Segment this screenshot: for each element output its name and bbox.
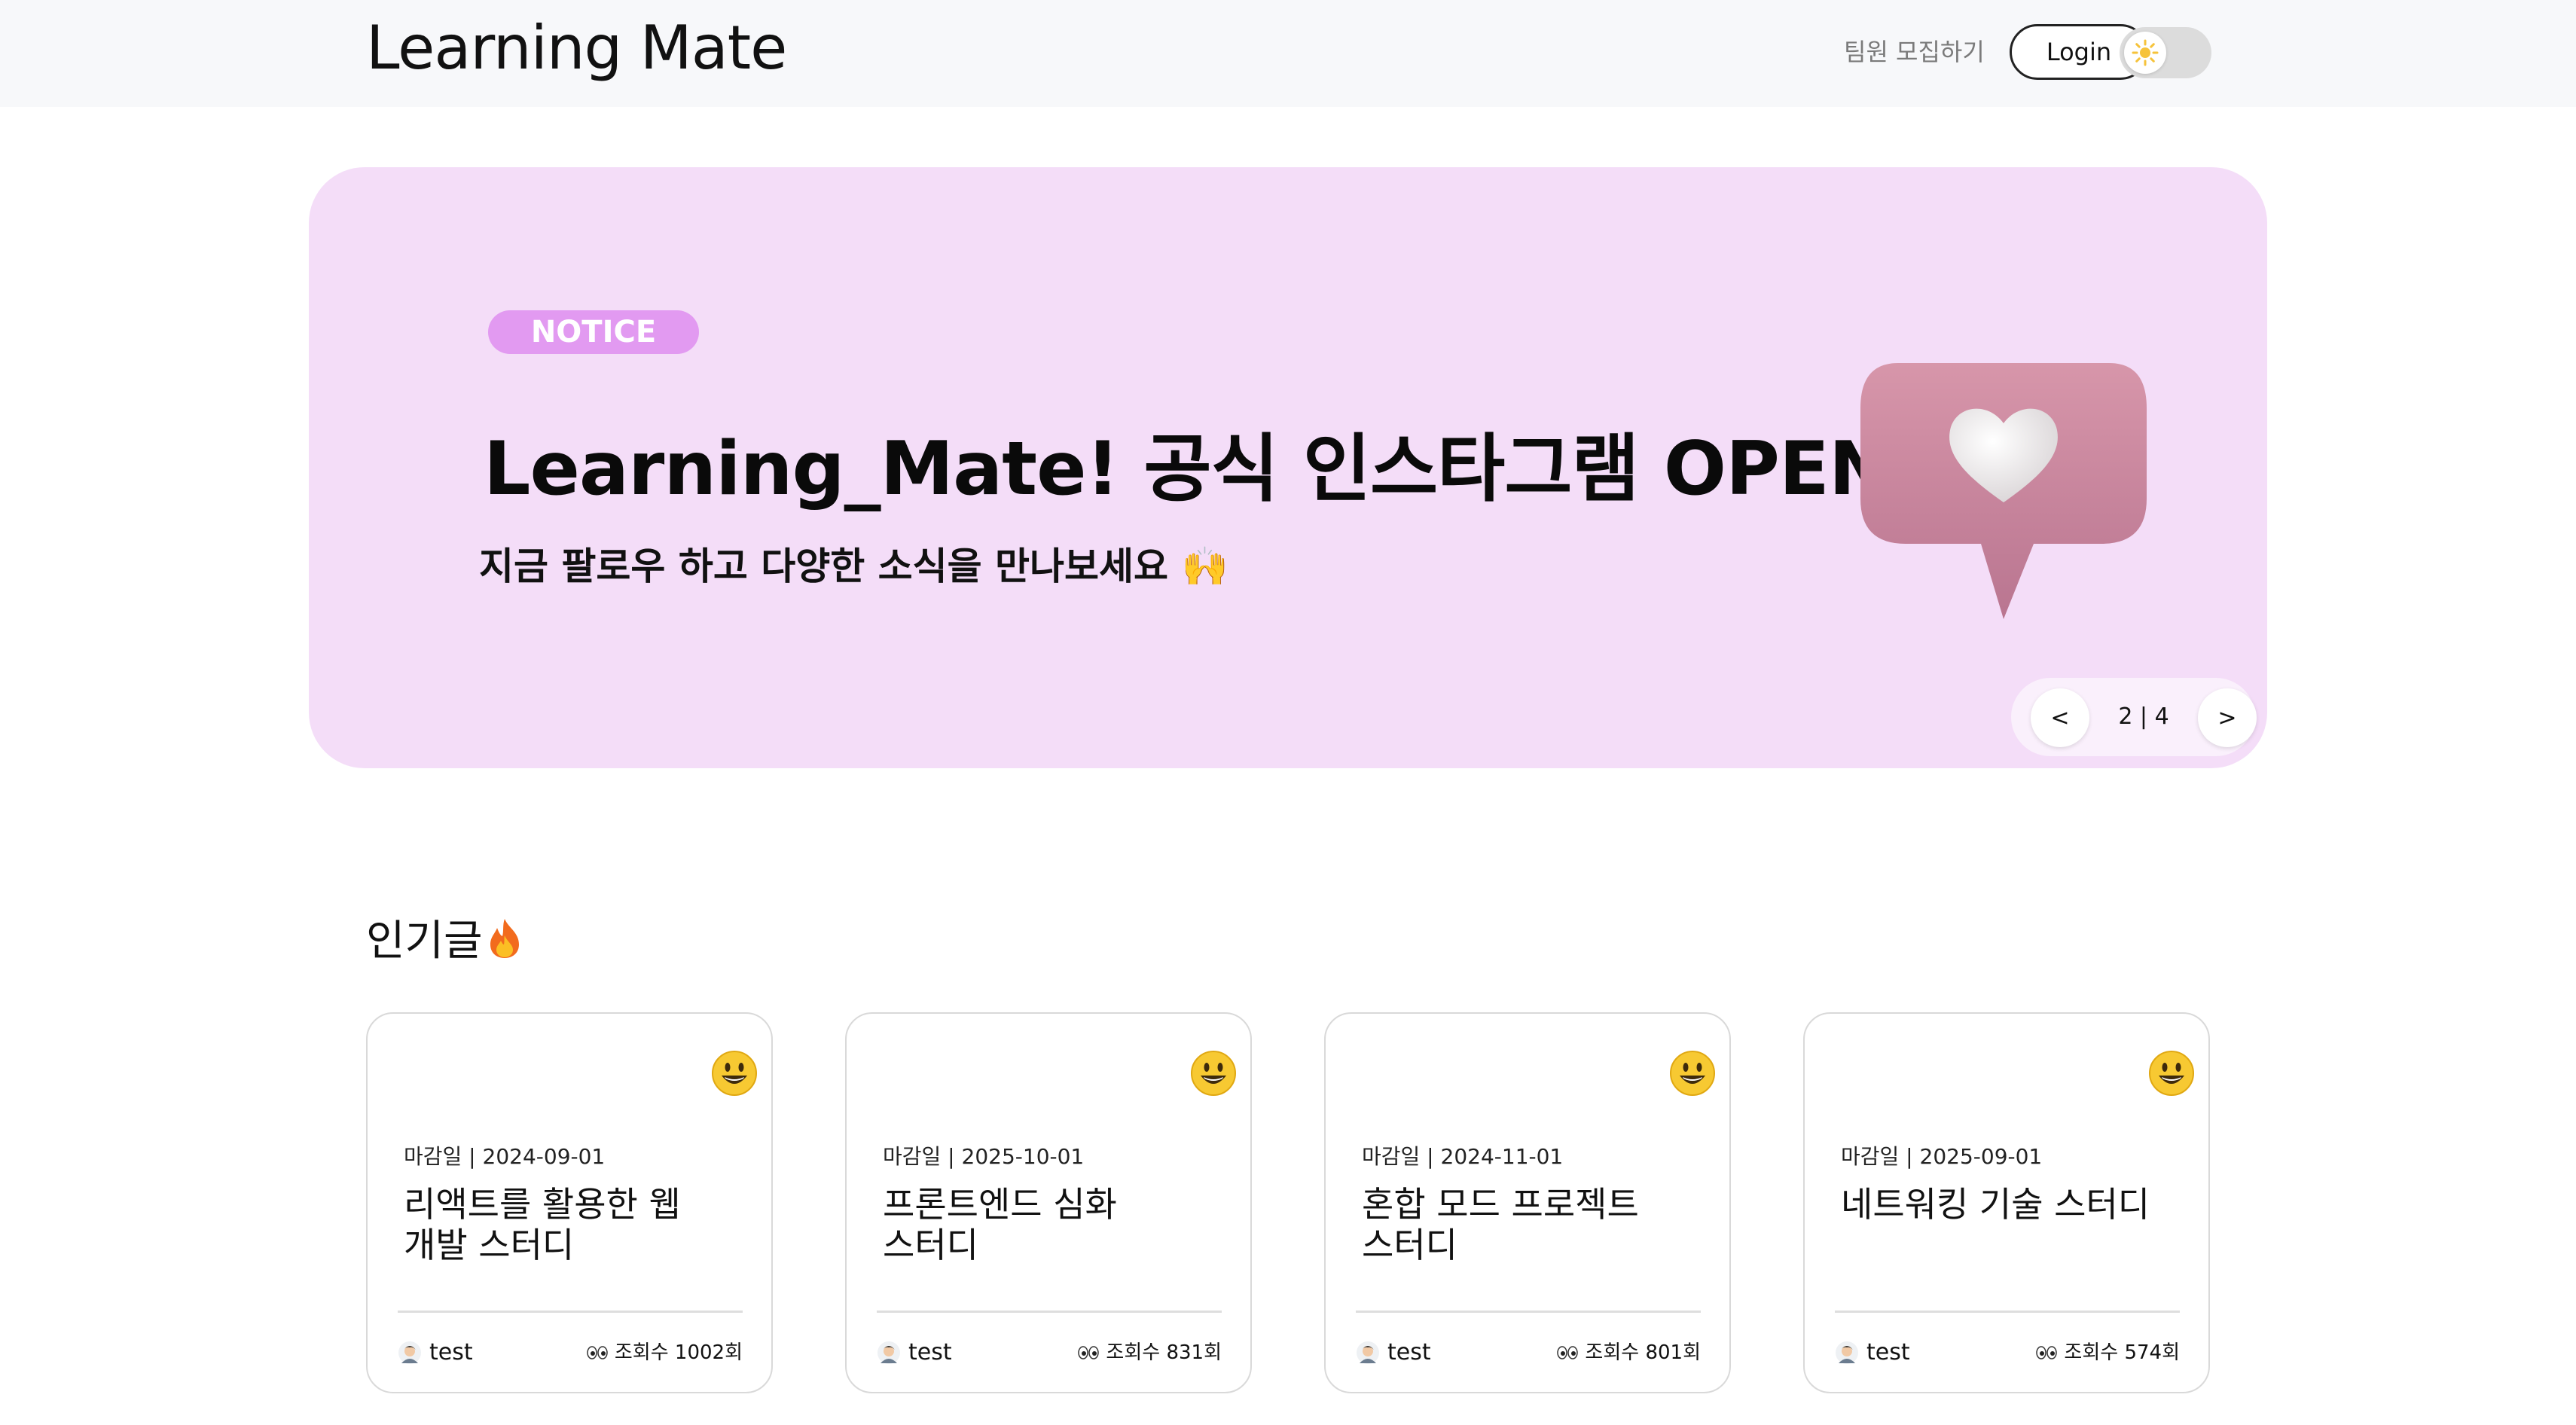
fire-icon <box>486 917 523 975</box>
card-author: test <box>1356 1338 1431 1368</box>
smiley-icon <box>2149 1051 2194 1096</box>
card-title: 네트워킹 기술 스터디 <box>1841 1184 2150 1225</box>
card-divider <box>398 1311 743 1313</box>
card-author: test <box>877 1338 952 1368</box>
sun-icon <box>2132 39 2159 66</box>
eyes-icon <box>586 1345 609 1360</box>
theme-toggle[interactable] <box>2120 27 2211 78</box>
banner-title: Learning_Mate! 공식 인스타그램 OPEN! <box>484 426 1924 512</box>
card-deadline: 마감일 | 2025-10-01 <box>883 1144 1085 1169</box>
card-views: 조회수 574회 <box>2035 1338 2180 1368</box>
card-author-name: test <box>1387 1339 1431 1365</box>
card-divider <box>877 1311 1222 1313</box>
card-deadline: 마감일 | 2025-09-01 <box>1841 1144 2043 1169</box>
card-author-name: test <box>908 1339 952 1365</box>
post-card[interactable]: 마감일 | 2024-09-01 리액트를 활용한 웹 개발 스터디 test … <box>366 1012 773 1393</box>
post-card[interactable]: 마감일 | 2025-09-01 네트워킹 기술 스터디 test 조회수 57… <box>1803 1012 2210 1393</box>
card-view-count: 조회수 831회 <box>1106 1341 1222 1364</box>
notice-banner-carousel[interactable]: NOTICE Learning_Mate! 공식 인스타그램 OPEN! 지금 … <box>309 167 2267 768</box>
card-views: 조회수 801회 <box>1556 1338 1701 1368</box>
card-title: 프론트엔드 심화 스터디 <box>883 1184 1117 1265</box>
smiley-icon <box>712 1051 757 1096</box>
card-divider <box>1835 1311 2180 1313</box>
banner-subtitle: 지금 팔로우 하고 다양한 소식을 만나보세요 🙌 <box>479 545 1228 588</box>
card-deadline: 마감일 | 2024-11-01 <box>1362 1144 1564 1169</box>
carousel-next-button[interactable]: > <box>2198 688 2257 747</box>
popular-title-text: 인기글 <box>366 917 483 966</box>
card-views: 조회수 1002회 <box>586 1338 743 1368</box>
popular-section-title: 인기글 <box>366 913 523 975</box>
post-card[interactable]: 마감일 | 2025-10-01 프론트엔드 심화 스터디 test 조회수 8… <box>845 1012 1252 1393</box>
card-view-count: 조회수 574회 <box>2064 1341 2180 1364</box>
card-views: 조회수 831회 <box>1077 1338 1222 1368</box>
avatar-icon <box>398 1341 421 1364</box>
card-view-count: 조회수 801회 <box>1585 1341 1701 1364</box>
notice-badge: NOTICE <box>488 310 699 354</box>
carousel-page-indicator: 2 | 4 <box>2118 703 2169 730</box>
card-author-name: test <box>429 1339 473 1365</box>
card-author-name: test <box>1866 1339 1910 1365</box>
card-deadline: 마감일 | 2024-09-01 <box>404 1144 606 1169</box>
card-view-count: 조회수 1002회 <box>614 1341 743 1364</box>
avatar-icon <box>1836 1341 1858 1364</box>
carousel-pager: < 2 | 4 > <box>2011 678 2257 756</box>
recruit-members-link[interactable]: 팀원 모집하기 <box>1844 35 1985 69</box>
card-title: 혼합 모드 프로젝트 스터디 <box>1362 1184 1639 1265</box>
avatar-icon <box>1357 1341 1379 1364</box>
post-card[interactable]: 마감일 | 2024-11-01 혼합 모드 프로젝트 스터디 test 조회수… <box>1324 1012 1731 1393</box>
eyes-icon <box>1077 1345 1100 1360</box>
toggle-knob <box>2124 32 2166 74</box>
eyes-icon <box>1556 1345 1579 1360</box>
heart-speech-bubble-icon <box>1860 363 2147 619</box>
smiley-icon <box>1191 1051 1236 1096</box>
top-navbar: Learning Mate 팀원 모집하기 Login <box>0 0 2576 107</box>
eyes-icon <box>2035 1345 2058 1360</box>
carousel-prev-button[interactable]: < <box>2031 688 2089 747</box>
card-author: test <box>398 1338 473 1368</box>
card-author: test <box>1835 1338 1910 1368</box>
site-logo[interactable]: Learning Mate <box>366 11 787 86</box>
card-divider <box>1356 1311 1701 1313</box>
card-title: 리액트를 활용한 웹 개발 스터디 <box>404 1184 681 1265</box>
avatar-icon <box>877 1341 900 1364</box>
smiley-icon <box>1670 1051 1715 1096</box>
